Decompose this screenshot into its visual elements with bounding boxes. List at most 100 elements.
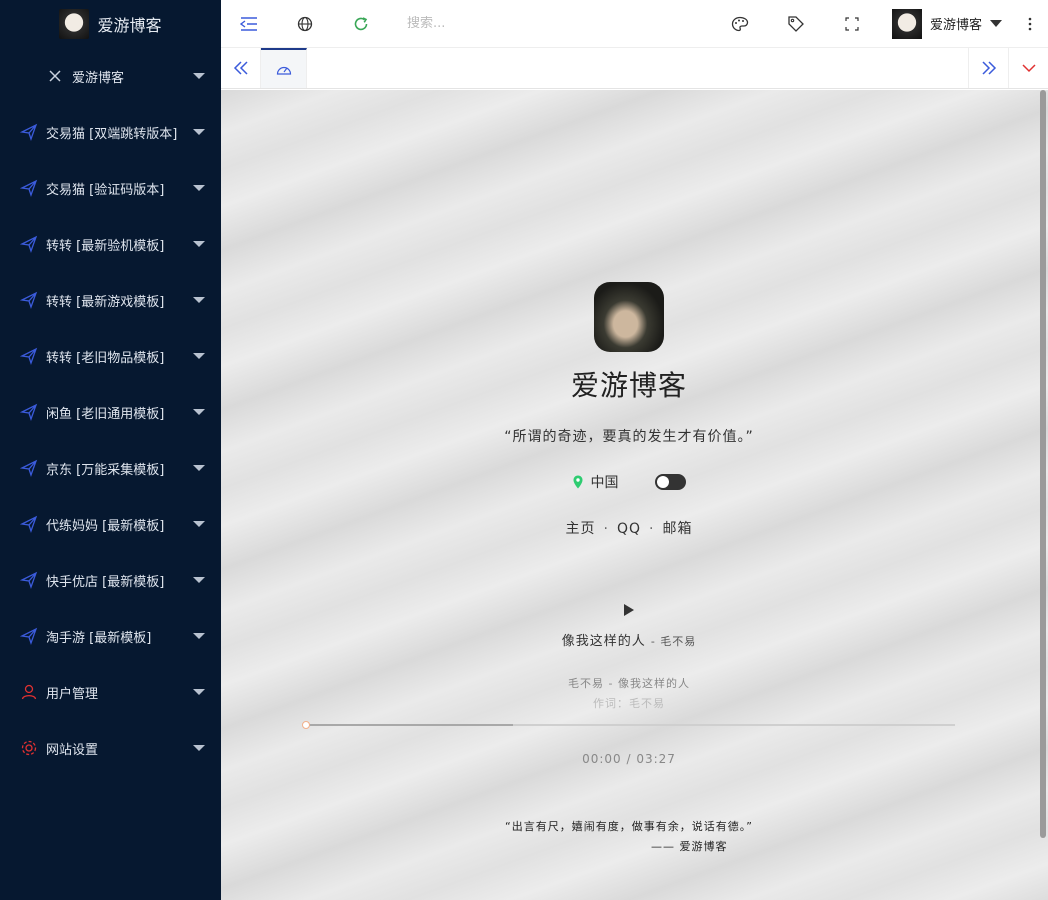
profile-name: 爱游博客	[570, 369, 687, 402]
tab-bar	[221, 48, 1048, 89]
chevron-down-icon	[193, 73, 205, 79]
send-icon	[20, 291, 38, 309]
sidebar-item-jiaoyimao-dual[interactable]: 交易猫 [双端跳转版本]	[0, 104, 221, 160]
chevron-down-icon	[193, 129, 205, 135]
more-button[interactable]	[1012, 0, 1048, 48]
globe-icon	[297, 16, 313, 31]
main-content: 爱游博客 “所谓的奇迹，要真的发生才有价值。” 中国 主页 · QQ · 邮箱 像我这样…	[221, 90, 1048, 900]
lyric-next: 作词：毛不易	[593, 697, 665, 710]
sidebar-item-kuaishou[interactable]: 快手优店 [最新模板]	[0, 552, 221, 608]
sidebar-item-label: 代练妈妈 [最新模板]	[46, 518, 165, 534]
top-header: 爱游博客	[221, 0, 1048, 48]
menu-collapse-button[interactable]	[221, 0, 277, 48]
music-player: 像我这样的人 - 毛不易 毛不易 - 像我这样的人 作词：毛不易 00:00 /…	[221, 604, 1037, 766]
profile-avatar	[594, 282, 664, 352]
qq-link[interactable]: QQ	[617, 521, 641, 537]
chevron-down-icon	[193, 689, 205, 695]
sidebar-logo[interactable]: 爱游博客	[0, 0, 221, 48]
progress-knob[interactable]	[302, 721, 310, 729]
tab-spacer	[307, 48, 968, 88]
tabs-dropdown-button[interactable]	[1008, 48, 1048, 88]
close-x-icon	[46, 67, 64, 85]
song-info: 像我这样的人 - 毛不易	[221, 630, 1037, 649]
chevron-down-icon	[193, 521, 205, 527]
theme-toggle[interactable]	[654, 474, 686, 490]
sidebar-item-site-settings[interactable]: 网站设置	[0, 720, 221, 776]
sidebar-item-zhuanzhuan-old[interactable]: 转转 [老旧物品模板]	[0, 328, 221, 384]
user-menu[interactable]: 爱游博客	[880, 0, 1012, 48]
sidebar-item-label: 交易猫 [验证码版本]	[46, 182, 165, 198]
email-link[interactable]: 邮箱	[662, 521, 692, 537]
user-icon	[20, 683, 38, 701]
double-chevron-left-icon	[233, 61, 248, 75]
sidebar-item-label: 交易猫 [双端跳转版本]	[46, 126, 178, 142]
fullscreen-icon	[845, 16, 859, 31]
sidebar-item-label: 淘手游 [最新模板]	[46, 630, 152, 646]
website-button[interactable]	[277, 0, 333, 48]
sidebar-item-user-management[interactable]: 用户管理	[0, 664, 221, 720]
sidebar-item-label: 转转 [最新游戏模板]	[46, 294, 165, 310]
tab-dashboard[interactable]	[261, 48, 307, 88]
send-icon	[20, 235, 38, 253]
buffer-fill	[305, 724, 513, 726]
profile-links: 主页 · QQ · 邮箱	[221, 518, 1037, 538]
location-text: 中国	[590, 475, 619, 491]
chevron-down-icon	[1021, 64, 1036, 73]
chevron-down-icon	[193, 241, 205, 247]
site-name: 爱游博客	[97, 16, 162, 35]
location-row: 中国	[221, 472, 1037, 492]
chevron-down-icon	[193, 353, 205, 359]
sidebar-item-dailianmama[interactable]: 代练妈妈 [最新模板]	[0, 496, 221, 552]
play-icon[interactable]	[624, 604, 634, 616]
sidebar-item-label: 京东 [万能采集模板]	[46, 462, 165, 478]
double-chevron-right-icon	[981, 61, 996, 75]
sidebar-item-zhuanzhuan-inspect[interactable]: 转转 [最新验机模板]	[0, 216, 221, 272]
chevron-down-icon	[193, 185, 205, 191]
song-artist: - 毛不易	[650, 635, 697, 648]
gear-icon	[20, 739, 38, 757]
sidebar-item-xianyu[interactable]: 闲鱼 [老旧通用模板]	[0, 384, 221, 440]
sidebar-item-home[interactable]: 爱游博客	[0, 48, 221, 104]
sidebar-item-label: 快手优店 [最新模板]	[46, 574, 165, 590]
sidebar-item-label: 爱游博客	[72, 70, 125, 86]
search-box	[389, 0, 649, 48]
chevron-down-icon	[193, 465, 205, 471]
tabs-scroll-right-button[interactable]	[968, 48, 1008, 88]
sidebar-item-label: 用户管理	[46, 686, 99, 702]
fullscreen-button[interactable]	[824, 0, 880, 48]
scrollbar[interactable]	[1040, 90, 1046, 838]
avatar	[891, 8, 922, 39]
chevron-down-icon	[193, 297, 205, 303]
sidebar-item-jiaoyimao-captcha[interactable]: 交易猫 [验证码版本]	[0, 160, 221, 216]
indent-icon	[240, 16, 257, 31]
refresh-button[interactable]	[333, 0, 389, 48]
song-title: 像我这样的人	[561, 634, 646, 649]
more-vertical-icon	[1028, 17, 1032, 30]
tabs-scroll-left-button[interactable]	[221, 48, 261, 88]
send-icon	[20, 347, 38, 365]
footer-quote: “出言有尺，嬉闹有度，做事有余，说话有德。”	[505, 820, 753, 833]
sidebar: 爱游博客 爱游博客 交易猫 [双端跳转版本] 交易猫 [验证码版本] 转转 [最…	[0, 0, 221, 900]
chevron-down-icon	[193, 745, 205, 751]
progress-bar[interactable]	[302, 721, 955, 729]
sidebar-item-label: 转转 [最新验机模板]	[46, 238, 165, 254]
palette-icon	[731, 16, 749, 31]
tags-button[interactable]	[768, 0, 824, 48]
profile-card: 爱游博客 “所谓的奇迹，要真的发生才有价值。” 中国 主页 · QQ · 邮箱	[221, 282, 1037, 538]
sidebar-item-zhuanzhuan-game[interactable]: 转转 [最新游戏模板]	[0, 272, 221, 328]
profile-quote: “所谓的奇迹，要真的发生才有价值。”	[504, 429, 754, 445]
search-input[interactable]	[407, 16, 649, 31]
header-right: 爱游博客	[712, 0, 1048, 48]
send-icon	[20, 123, 38, 141]
theme-button[interactable]	[712, 0, 768, 48]
send-icon	[20, 571, 38, 589]
sidebar-item-jingdong[interactable]: 京东 [万能采集模板]	[0, 440, 221, 496]
chevron-down-icon	[193, 409, 205, 415]
sidebar-item-taoshouyou[interactable]: 淘手游 [最新模板]	[0, 608, 221, 664]
username: 爱游博客	[929, 18, 982, 33]
homepage-link[interactable]: 主页	[566, 521, 596, 537]
separator: ·	[649, 521, 655, 537]
sidebar-item-label: 网站设置	[46, 742, 99, 758]
send-icon	[20, 179, 38, 197]
sidebar-item-label: 转转 [老旧物品模板]	[46, 350, 165, 366]
